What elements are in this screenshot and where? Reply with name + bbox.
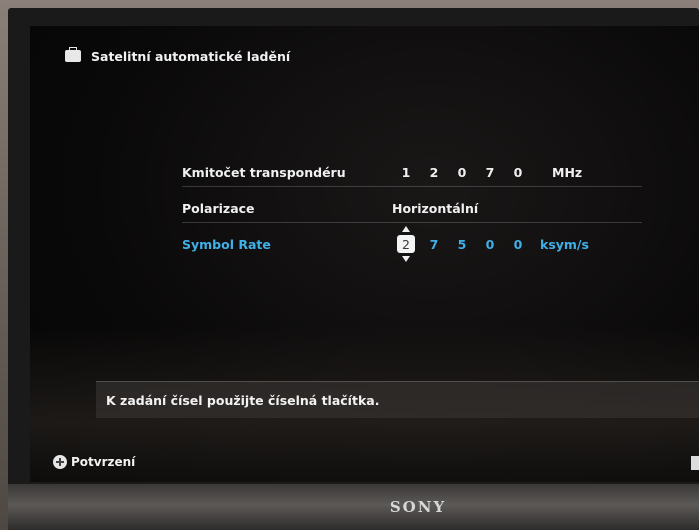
symbol-rate-digits[interactable]: 2 7 5 0 0 [392,226,532,262]
navigation-pad-icon [53,455,67,469]
frequency-digit-3: 0 [457,164,467,180]
confirm-label: Potvrzení [71,455,136,469]
frequency-digit-4: 7 [485,164,495,180]
tv-bezel-bottom [8,484,699,530]
symbol-rate-digit-1-selected[interactable]: 2 [397,226,415,262]
symbol-rate-digit-4: 0 [485,236,495,252]
frequency-label: Kmitočet transpondéru [182,164,346,180]
brand-logo: SONY [389,498,447,516]
frequency-unit: MHz [552,164,583,180]
polarization-row[interactable]: Polarizace Horizontální [182,194,642,223]
frequency-row[interactable]: Kmitočet transpondéru 1 2 0 7 0 MHz [182,158,642,187]
hint-text: K zadání čísel použijte číselná tlačítka… [106,392,380,408]
symbol-rate-digit-2: 7 [429,236,439,252]
symbol-rate-digit-5: 0 [513,236,523,252]
footer: Potvrzení [53,453,135,471]
tv-tuner-icon [65,47,81,62]
arrow-up-icon[interactable] [402,226,410,232]
page-header: Satelitní automatické ladění [65,45,290,67]
symbol-rate-label: Symbol Rate [182,236,271,252]
hint-bar: K zadání čísel použijte číselná tlačítka… [96,381,699,418]
polarization-label: Polarizace [182,200,255,216]
frequency-digit-5: 0 [513,164,523,180]
symbol-rate-row[interactable]: Symbol Rate 2 7 5 0 0 ksym/s [182,226,642,262]
polarization-value[interactable]: Horizontální [392,201,478,216]
symbol-rate-digit-1-value: 2 [402,236,410,252]
tv-screen: Satelitní automatické ladění Kmitočet tr… [30,26,699,482]
page-title: Satelitní automatické ladění [91,48,291,64]
frequency-digit-1: 1 [401,164,411,180]
arrow-down-icon[interactable] [402,256,410,262]
frequency-digits[interactable]: 1 2 0 7 0 [392,165,532,180]
frequency-digit-2: 2 [429,164,439,180]
symbol-rate-unit: ksym/s [540,236,589,252]
symbol-rate-digit-3: 5 [457,236,467,252]
corner-indicator [691,456,699,470]
